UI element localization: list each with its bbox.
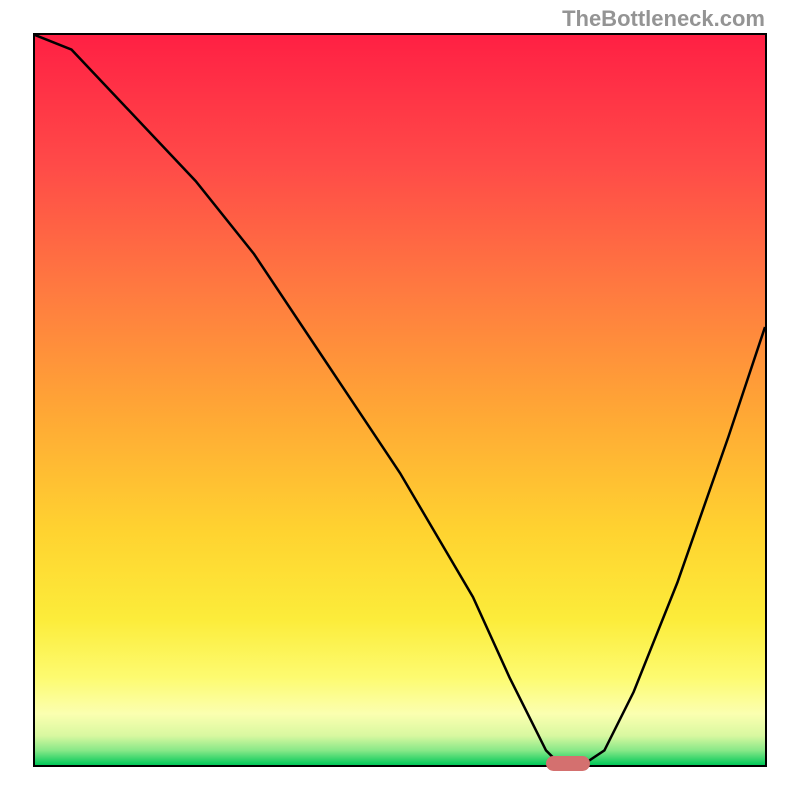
- bottleneck-curve: [35, 35, 765, 765]
- optimal-marker: [546, 756, 590, 771]
- chart-container: TheBottleneck.com: [0, 0, 800, 800]
- attribution-text: TheBottleneck.com: [562, 6, 765, 32]
- plot-area: [33, 33, 767, 767]
